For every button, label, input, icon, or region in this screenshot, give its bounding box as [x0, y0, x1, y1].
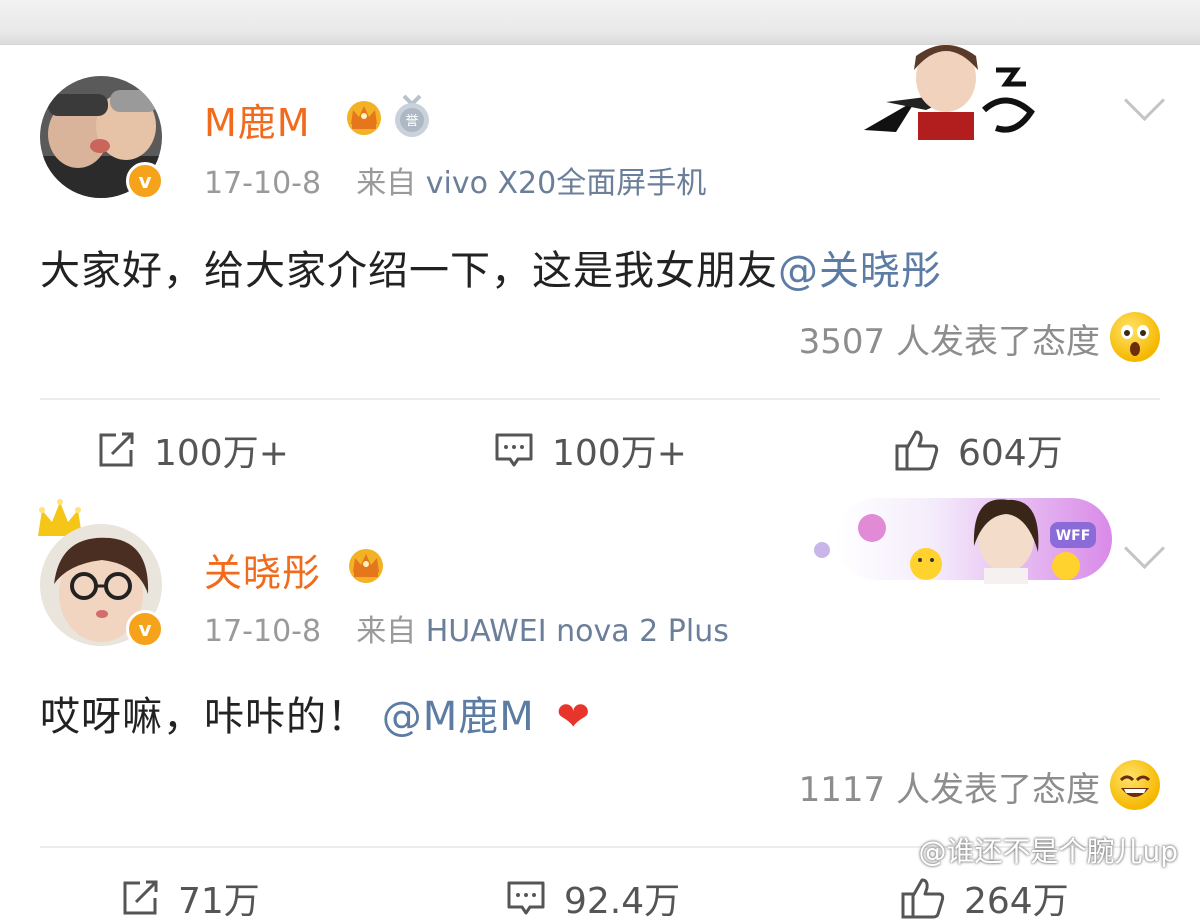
mention-link[interactable]: @关晓彤 — [778, 248, 942, 294]
chevron-down-icon[interactable] — [1123, 527, 1166, 570]
heart-emoji-icon: ❤ — [556, 694, 591, 740]
like-button[interactable]: 264万 — [900, 872, 1069, 924]
post-date: 17-10-8 — [204, 166, 322, 201]
repost-button[interactable]: 71万 — [120, 872, 260, 924]
thumbs-up-icon — [901, 878, 945, 919]
comment-count: 92.4万 — [564, 881, 681, 922]
crown-vip-icon — [347, 101, 381, 135]
source-device[interactable]: vivo X20全面屏手机 — [426, 166, 706, 201]
post-text-content: 大家好，给大家介绍一下，这是我女朋友 — [40, 248, 778, 294]
post-text: 大家好，给大家介绍一下，这是我女朋友@关晓彤 — [40, 238, 942, 296]
post-text: 哎呀嘛，咔咔的！ @M鹿M ❤ — [40, 684, 591, 742]
post-date: 17-10-8 — [204, 614, 322, 649]
watermark: @谁还不是个腕儿up — [918, 835, 1178, 868]
top-status-shadow — [0, 0, 1200, 45]
repost-icon — [99, 432, 134, 467]
like-button[interactable]: 604万 — [894, 424, 1063, 476]
post-text-content: 哎呀嘛，咔咔的！ — [40, 694, 368, 740]
post-meta: 17-10-8 来自 HUAWEI nova 2 Plus — [204, 606, 729, 650]
verified-v-icon: v — [126, 610, 164, 648]
crown-vip-icon — [349, 549, 383, 583]
comment-icon — [507, 881, 545, 915]
source-prefix: 来自 — [356, 166, 417, 201]
comment-count: 100万+ — [552, 433, 687, 474]
username[interactable]: 关晓彤 — [204, 542, 321, 597]
banner-badge-text: WFF — [1056, 528, 1091, 544]
card-decoration — [856, 40, 1056, 140]
comment-icon — [495, 433, 533, 467]
post-meta: 17-10-8 来自 vivo X20全面屏手机 — [204, 158, 706, 202]
comment-button[interactable]: 92.4万 — [506, 872, 680, 924]
repost-button[interactable]: 100万+ — [96, 424, 289, 476]
card-decoration-banner: WFF — [806, 494, 1112, 584]
mention-link[interactable]: @M鹿M — [382, 694, 535, 740]
chevron-down-icon[interactable] — [1123, 79, 1166, 122]
source-device[interactable]: HUAWEI nova 2 Plus — [426, 614, 729, 649]
reactions-summary[interactable]: 3507 人发表了态度 — [799, 314, 1100, 363]
medal-icon: 誉 — [395, 94, 429, 137]
like-count: 604万 — [958, 433, 1063, 474]
repost-icon — [123, 880, 158, 915]
grinning-emoji-icon — [1110, 760, 1160, 810]
divider — [40, 398, 1160, 400]
source-prefix: 来自 — [356, 614, 417, 649]
repost-count: 71万 — [178, 881, 260, 922]
verified-v-icon: v — [126, 162, 164, 200]
like-count: 264万 — [964, 881, 1069, 922]
username[interactable]: M鹿M — [204, 92, 311, 147]
comment-button[interactable]: 100万+ — [494, 424, 687, 476]
thumbs-up-icon — [895, 430, 939, 471]
reactions-summary[interactable]: 1117 人发表了态度 — [799, 762, 1100, 811]
repost-count: 100万+ — [154, 433, 289, 474]
surprised-emoji-icon — [1110, 312, 1160, 362]
svg-text:誉: 誉 — [405, 114, 418, 129]
